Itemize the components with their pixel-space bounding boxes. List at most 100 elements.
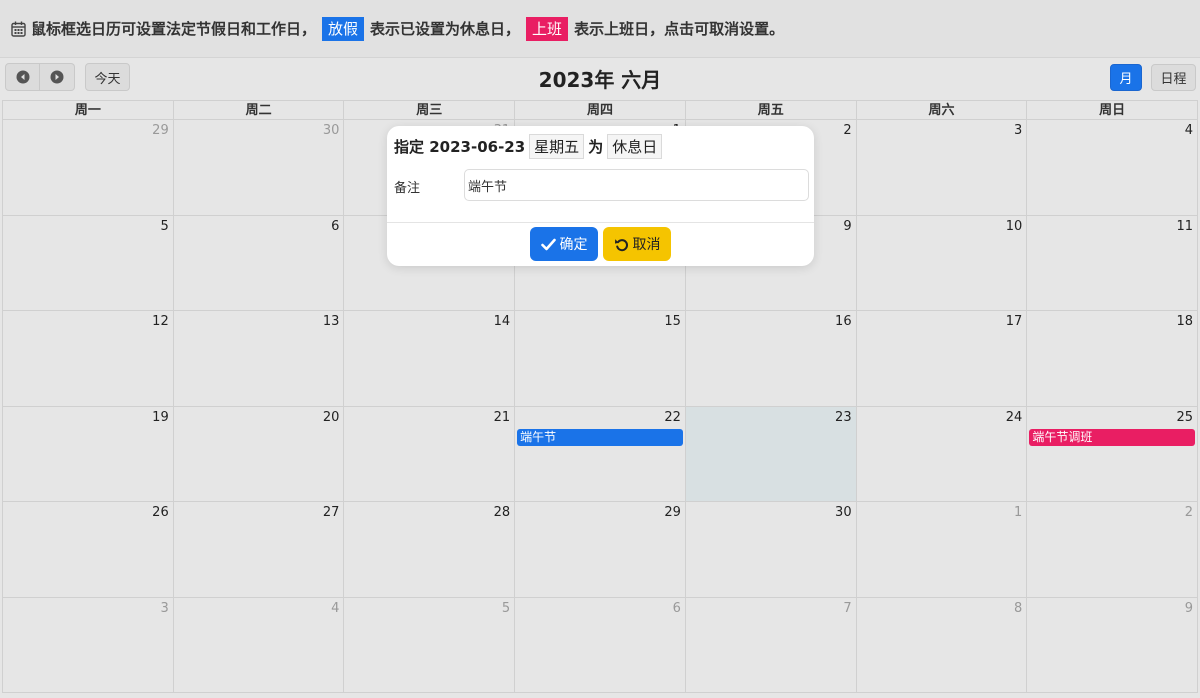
day-number: 13 bbox=[322, 314, 340, 329]
calendar-day-cell[interactable]: 4 bbox=[174, 597, 345, 692]
calendar-day-cell[interactable]: 6 bbox=[515, 597, 686, 692]
calendar-day-cell[interactable]: 10 bbox=[857, 215, 1028, 310]
day-number: 18 bbox=[1176, 314, 1194, 329]
day-number: 14 bbox=[493, 314, 511, 329]
weekday-header: 周一 周二 周三 周四 周五 周六 周日 bbox=[2, 100, 1199, 120]
calendar-day-cell[interactable]: 5 bbox=[2, 215, 174, 310]
calendar-day-cell[interactable]: 21 bbox=[344, 406, 516, 501]
confirm-button[interactable]: 确定 bbox=[530, 227, 598, 261]
day-number: 30 bbox=[322, 123, 340, 138]
calendar-day-cell[interactable]: 30 bbox=[686, 502, 857, 597]
calendar-day-cell[interactable]: 12 bbox=[2, 311, 174, 406]
calendar-week-row: 26 27 28 29 30 1 2 bbox=[2, 502, 1199, 598]
note-label: 备注 bbox=[394, 181, 421, 196]
calendar-day-cell[interactable]: 22 端午节 bbox=[515, 406, 686, 501]
dialog-date-prefix: 指定 2023-06-23 bbox=[394, 138, 526, 156]
weekday-header-cell: 周三 bbox=[344, 101, 516, 119]
notice-bar: 鼠标框选日历可设置法定节假日和工作日， 放假 表示已设置为休息日， 上班 表示上… bbox=[0, 0, 1200, 58]
day-number: 27 bbox=[322, 505, 340, 520]
day-number: 28 bbox=[493, 505, 511, 520]
day-number: 11 bbox=[1176, 218, 1194, 234]
weekday-header-cell: 周五 bbox=[686, 101, 857, 119]
calendar-day-cell[interactable]: 14 bbox=[344, 311, 516, 406]
day-number: 16 bbox=[835, 314, 852, 329]
calendar-title: 2023年 六月 bbox=[538, 68, 662, 92]
dialog-day-type[interactable]: 休息日 bbox=[607, 134, 663, 159]
calendar-day-cell[interactable]: 2 bbox=[1027, 502, 1199, 597]
calendar-day-cell[interactable]: 19 bbox=[2, 406, 174, 501]
weekday-header-cell: 周一 bbox=[2, 101, 174, 119]
calendar-toolbar: 今天 2023年 六月 月 日程 bbox=[0, 58, 1200, 98]
weekday-header-cell: 周六 bbox=[857, 101, 1028, 119]
day-number: 6 bbox=[331, 218, 340, 234]
calendar-day-cell[interactable]: 4 bbox=[1027, 120, 1199, 215]
calendar-day-cell[interactable]: 20 bbox=[174, 406, 345, 501]
schedule-view-button[interactable]: 日程 bbox=[1151, 64, 1196, 91]
day-number: 2 bbox=[1184, 505, 1194, 520]
calendar-day-cell[interactable]: 5 bbox=[344, 597, 516, 692]
day-number: 3 bbox=[160, 600, 169, 616]
calendar-day-cell[interactable]: 3 bbox=[857, 120, 1028, 215]
day-number: 15 bbox=[664, 314, 681, 329]
calendar-day-cell[interactable]: 24 bbox=[857, 406, 1028, 501]
month-view-button[interactable]: 月 bbox=[1110, 64, 1142, 91]
day-number: 9 bbox=[1184, 600, 1194, 616]
calendar-week-row: 19 20 21 22 端午节 23 24 25 端午节调班 bbox=[2, 406, 1199, 502]
calendar-day-cell[interactable]: 7 bbox=[686, 597, 857, 692]
day-number: 3 bbox=[1014, 123, 1023, 138]
notice-text-after: 表示上班日，点击可取消设置。 bbox=[574, 20, 785, 38]
calendar-day-cell[interactable]: 30 bbox=[174, 120, 345, 215]
calendar-day-cell[interactable]: 17 bbox=[857, 311, 1028, 406]
day-number: 7 bbox=[843, 600, 852, 616]
calendar-day-cell[interactable]: 23 bbox=[685, 406, 857, 501]
undo-icon bbox=[614, 238, 628, 251]
day-number: 9 bbox=[843, 218, 852, 234]
day-number: 5 bbox=[160, 218, 169, 234]
note-input[interactable] bbox=[464, 169, 809, 201]
calendar-day-cell[interactable]: 16 bbox=[686, 311, 857, 406]
calendar-day-cell[interactable]: 15 bbox=[515, 311, 686, 406]
calendar-day-cell[interactable]: 11 bbox=[1027, 215, 1199, 310]
day-number: 20 bbox=[322, 409, 340, 425]
cancel-button[interactable]: 取消 bbox=[603, 227, 671, 261]
dialog-connector: 为 bbox=[588, 138, 604, 156]
calendar-day-cell[interactable]: 25 端午节调班 bbox=[1027, 406, 1199, 501]
day-number: 5 bbox=[501, 600, 511, 616]
calendar-day-cell[interactable]: 6 bbox=[174, 215, 345, 310]
day-number: 21 bbox=[493, 409, 511, 425]
calendar-day-cell[interactable]: 1 bbox=[857, 502, 1028, 597]
calendar-day-cell[interactable]: 29 bbox=[2, 120, 174, 215]
calendar-day-cell[interactable]: 27 bbox=[174, 502, 345, 597]
calendar-day-cell[interactable]: 28 bbox=[344, 502, 516, 597]
calendar-day-cell[interactable]: 26 bbox=[2, 502, 174, 597]
day-number: 6 bbox=[672, 600, 681, 616]
calendar-week-row: 3 4 5 6 7 8 9 bbox=[2, 597, 1199, 693]
day-setting-dialog: 指定 2023-06-23 星期五 为 休息日 备注 确定 取消 bbox=[387, 126, 814, 266]
calendar-event[interactable]: 端午节 bbox=[517, 428, 683, 446]
day-number: 25 bbox=[1176, 409, 1194, 425]
cancel-label: 取消 bbox=[632, 237, 661, 253]
notice-text-before: 鼠标框选日历可设置法定节假日和工作日， bbox=[31, 20, 317, 38]
calendar-day-cell[interactable]: 18 bbox=[1027, 311, 1199, 406]
day-number: 8 bbox=[1014, 600, 1023, 616]
dialog-weekday-box: 星期五 bbox=[529, 134, 585, 159]
notice-text-middle: 表示已设置为休息日， bbox=[370, 20, 521, 38]
day-number: 12 bbox=[152, 314, 169, 329]
calendar-day-cell[interactable]: 3 bbox=[2, 597, 174, 692]
day-number: 29 bbox=[152, 123, 169, 138]
day-number: 29 bbox=[664, 505, 681, 520]
calendar-event[interactable]: 端午节调班 bbox=[1029, 428, 1196, 446]
day-number: 24 bbox=[1005, 409, 1023, 425]
calendar-day-cell[interactable]: 8 bbox=[857, 597, 1028, 692]
calendar-day-cell[interactable]: 9 bbox=[1027, 597, 1199, 692]
check-icon bbox=[540, 238, 556, 250]
calendar-icon bbox=[11, 21, 26, 37]
calendar-day-cell[interactable]: 29 bbox=[515, 502, 686, 597]
day-number: 17 bbox=[1005, 314, 1023, 329]
day-number: 1 bbox=[1014, 505, 1023, 520]
day-number: 4 bbox=[1184, 123, 1194, 138]
day-number: 10 bbox=[1005, 218, 1023, 234]
dialog-title: 指定 2023-06-23 星期五 为 休息日 bbox=[394, 134, 666, 159]
dialog-divider bbox=[387, 222, 814, 223]
calendar-day-cell[interactable]: 13 bbox=[174, 311, 345, 406]
